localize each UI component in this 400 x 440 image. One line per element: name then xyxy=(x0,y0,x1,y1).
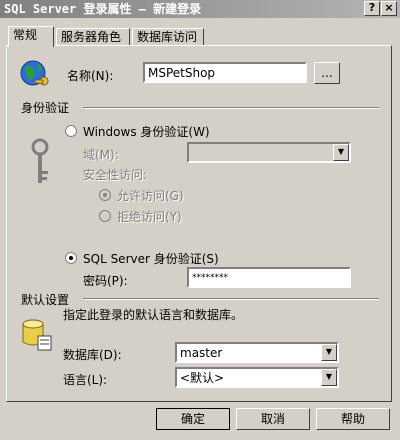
name-field[interactable]: MSPetShop xyxy=(143,62,307,83)
browse-button[interactable]: ... xyxy=(314,62,340,84)
deny-access-radio[interactable] xyxy=(99,210,111,222)
sql-auth-label: SQL Server 身份验证(S) xyxy=(83,252,219,266)
deny-access-label: 拒绝访问(Y) xyxy=(117,210,182,224)
database-select[interactable]: master ▼ xyxy=(175,342,339,363)
allow-access-label: 允许访问(G) xyxy=(117,189,184,203)
allow-access-radio[interactable] xyxy=(99,189,111,201)
ok-button[interactable]: 确定 xyxy=(156,408,230,430)
tab-database-access[interactable]: 数据库访问 xyxy=(132,28,204,46)
security-access-label: 安全性访问: xyxy=(83,168,148,182)
database-select-value: master xyxy=(180,346,223,360)
chevron-down-icon[interactable]: ▼ xyxy=(321,369,337,386)
cancel-button[interactable]: 取消 xyxy=(236,408,310,430)
domain-combobox[interactable]: ▼ xyxy=(187,142,351,163)
windows-auth-radio[interactable] xyxy=(65,125,77,137)
tab-general[interactable]: 常规 xyxy=(8,26,54,47)
windows-auth-label: Windows 身份验证(W) xyxy=(83,125,210,139)
close-button[interactable]: × xyxy=(381,1,397,16)
title-bar: SQL Server 登录属性 — 新建登录 ? × xyxy=(0,0,400,18)
help-button[interactable]: 帮助 xyxy=(316,408,390,430)
defaults-description: 指定此登录的默认语言和数据库。 xyxy=(63,308,244,322)
defaults-divider xyxy=(83,298,379,300)
help-title-button[interactable]: ? xyxy=(364,1,380,16)
sql-auth-radio[interactable] xyxy=(65,252,77,264)
database-icon xyxy=(22,319,52,351)
auth-section-label: 身份验证 xyxy=(21,101,70,115)
key-icon xyxy=(31,138,49,183)
tab-server-roles[interactable]: 服务器角色 xyxy=(56,28,130,46)
chevron-down-icon[interactable]: ▼ xyxy=(321,344,337,361)
name-label: 名称(N): xyxy=(67,69,114,83)
auth-divider xyxy=(83,107,379,109)
password-field[interactable]: ******** xyxy=(187,267,351,288)
defaults-section-label: 默认设置 xyxy=(21,293,70,307)
chevron-down-icon[interactable]: ▼ xyxy=(333,144,349,161)
tab-panel-general: 名称(N): MSPetShop ... 身份验证 Windows 身份验证(W… xyxy=(6,45,392,402)
login-globe-icon xyxy=(20,60,49,86)
language-select-value: <默认> xyxy=(180,371,225,385)
database-label: 数据库(D): xyxy=(63,348,122,362)
language-select[interactable]: <默认> ▼ xyxy=(175,367,339,388)
password-label: 密码(P): xyxy=(83,274,128,288)
domain-label: 域(M): xyxy=(83,148,119,162)
language-label: 语言(L): xyxy=(63,373,108,387)
window-title: SQL Server 登录属性 — 新建登录 xyxy=(4,2,202,16)
